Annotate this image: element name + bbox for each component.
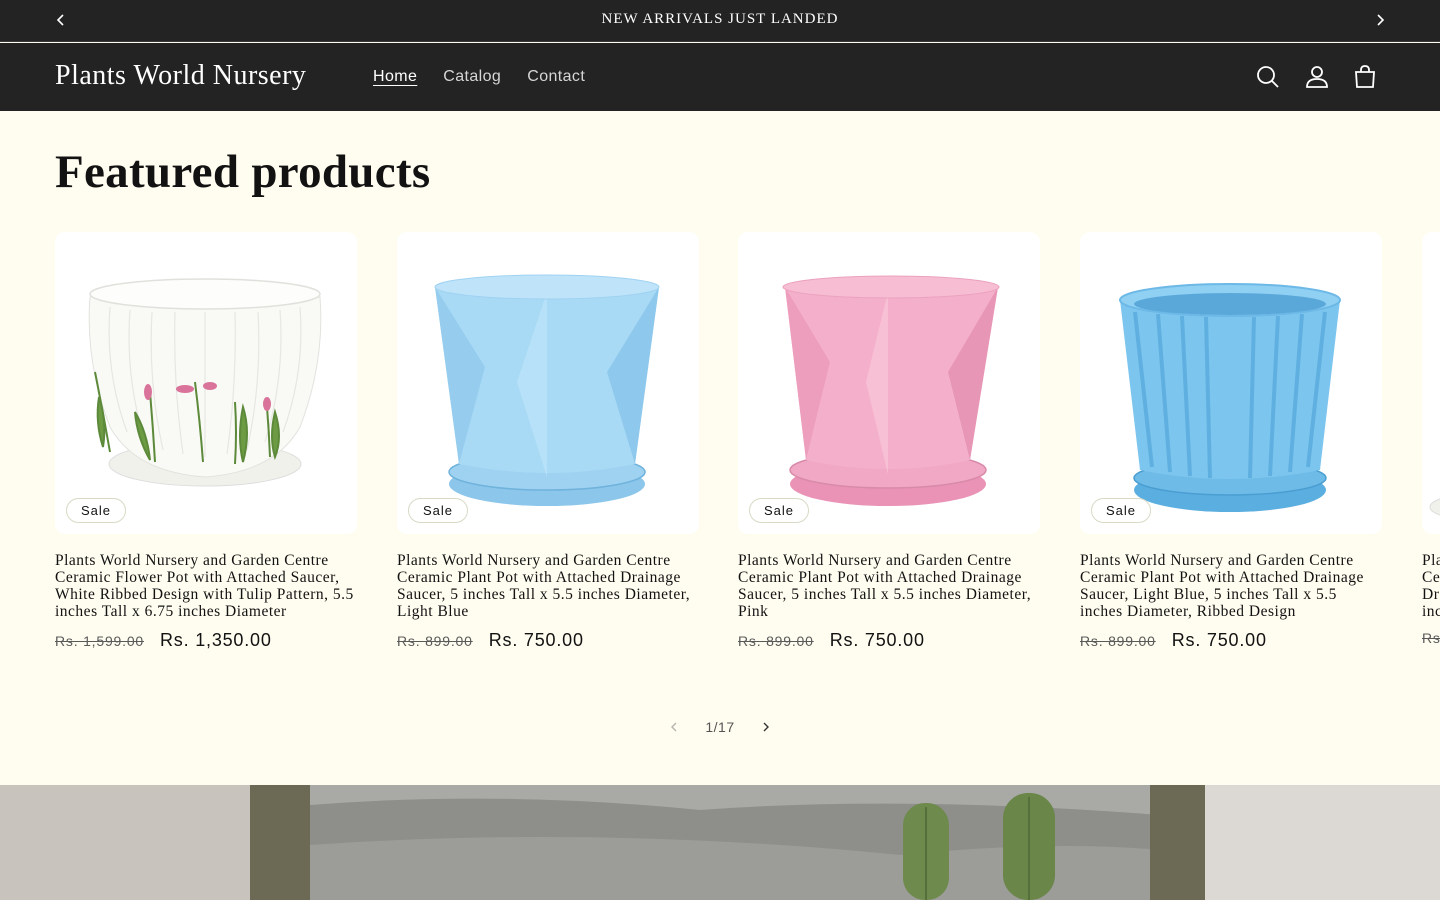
product-price: Rs. 899.00 Rs. 750.00 xyxy=(397,630,699,651)
main-nav: Home Catalog Contact xyxy=(360,43,598,111)
product-price: Rs xyxy=(1422,630,1440,646)
nav-home[interactable]: Home xyxy=(360,68,430,86)
product-image[interactable]: Sale xyxy=(1080,232,1382,534)
nav-catalog[interactable]: Catalog xyxy=(430,68,514,86)
pot-image xyxy=(1429,498,1440,516)
chevron-right-icon xyxy=(1377,14,1385,26)
product-card-partial[interactable]: Pla Ce Dr inc Rs xyxy=(1422,232,1440,646)
light-blue-pot-image xyxy=(434,274,660,506)
product-card[interactable]: Sale Plants World Nursery and Garden Cen… xyxy=(397,232,699,651)
product-image[interactable]: Sale xyxy=(55,232,357,534)
site-logo[interactable]: Plants World Nursery xyxy=(55,60,306,92)
announcement-next-button[interactable] xyxy=(1370,10,1390,30)
regular-price: Rs. 899.00 xyxy=(738,633,814,649)
sale-price: Rs. 750.00 xyxy=(488,630,584,650)
site-header: Plants World Nursery Home Catalog Contac… xyxy=(0,43,1440,111)
product-title[interactable]: Plants World Nursery and Garden Centre C… xyxy=(738,552,1040,620)
ribbed-blue-pot-image xyxy=(1119,283,1341,512)
product-price: Rs. 1,599.00 Rs. 1,350.00 xyxy=(55,630,357,651)
cart-icon xyxy=(1355,65,1375,88)
product-card[interactable]: Sale Plants World Nursery and Garden Cen… xyxy=(738,232,1040,651)
cactus-window-image xyxy=(0,785,1440,900)
nav-contact[interactable]: Contact xyxy=(514,68,598,86)
sale-price: Rs. 750.00 xyxy=(829,630,925,650)
search-icon xyxy=(1257,66,1279,88)
chevron-left-icon xyxy=(671,722,677,732)
sale-badge: Sale xyxy=(1091,498,1152,523)
slider-counter: 1/17 xyxy=(705,719,735,735)
product-price: Rs. 899.00 Rs. 750.00 xyxy=(1080,630,1382,651)
sale-price: Rs. 750.00 xyxy=(1171,630,1267,650)
search-button[interactable] xyxy=(1254,63,1282,91)
regular-price: Rs. 1,599.00 xyxy=(55,633,144,649)
product-price: Rs. 899.00 Rs. 750.00 xyxy=(738,630,1040,651)
regular-price: Rs xyxy=(1422,630,1440,646)
product-title[interactable]: Pla Ce Dr inc xyxy=(1422,552,1440,620)
sale-badge: Sale xyxy=(749,498,810,523)
account-button[interactable] xyxy=(1303,63,1331,91)
product-title[interactable]: Plants World Nursery and Garden Centre C… xyxy=(55,552,357,620)
slider-next-button[interactable] xyxy=(752,713,780,741)
announcement-text: NEW ARRIVALS JUST LANDED xyxy=(601,11,839,27)
cart-button[interactable] xyxy=(1351,63,1379,91)
product-title[interactable]: Plants World Nursery and Garden Centre C… xyxy=(397,552,699,620)
chevron-right-icon xyxy=(763,722,769,732)
product-image[interactable]: Sale xyxy=(397,232,699,534)
section-title: Featured products xyxy=(55,146,431,198)
announcement-bar: NEW ARRIVALS JUST LANDED xyxy=(0,0,1440,42)
slider-pager: 1/17 xyxy=(660,712,780,742)
pink-pot-image xyxy=(782,275,1000,506)
sale-price: Rs. 1,350.00 xyxy=(160,630,272,650)
product-card[interactable]: Sale Plants World Nursery and Garden Cen… xyxy=(55,232,357,651)
regular-price: Rs. 899.00 xyxy=(397,633,473,649)
account-icon xyxy=(1306,66,1328,88)
image-banner xyxy=(0,785,1440,900)
sale-badge: Sale xyxy=(408,498,469,523)
slider-prev-button[interactable] xyxy=(660,713,688,741)
product-image[interactable]: Sale xyxy=(738,232,1040,534)
white-pot-image xyxy=(88,278,322,487)
product-title[interactable]: Plants World Nursery and Garden Centre C… xyxy=(1080,552,1382,620)
sale-badge: Sale xyxy=(66,498,127,523)
regular-price: Rs. 899.00 xyxy=(1080,633,1156,649)
product-image[interactable] xyxy=(1422,232,1440,534)
product-card[interactable]: Sale Plants World Nursery and Garden Cen… xyxy=(1080,232,1382,651)
